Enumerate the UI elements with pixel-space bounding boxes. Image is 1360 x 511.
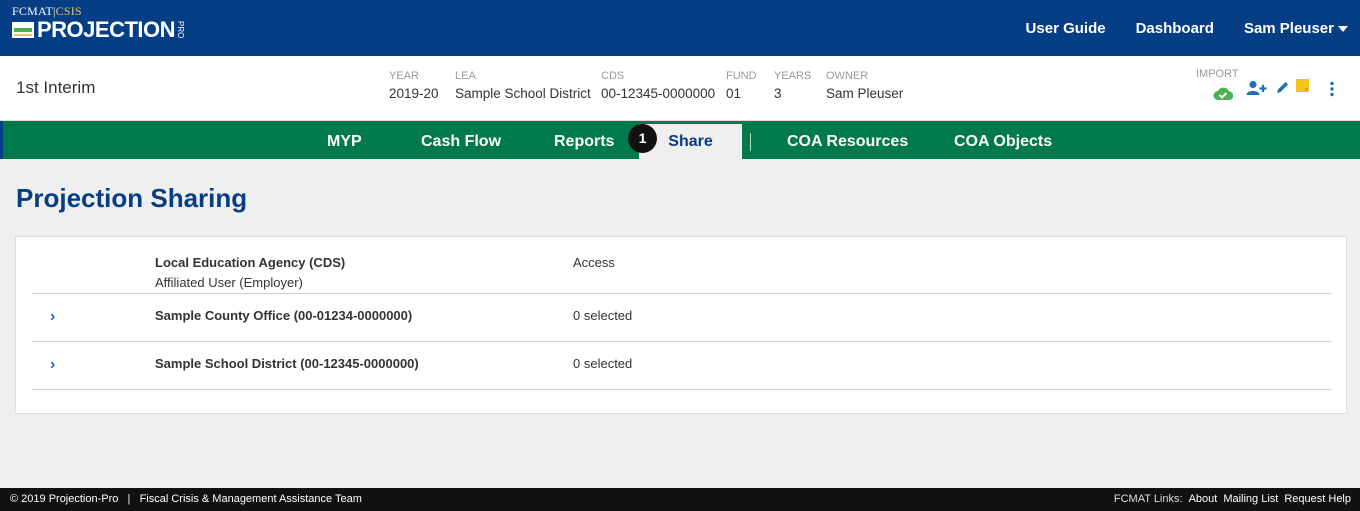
caret-down-icon [1338, 25, 1348, 32]
footer: © 2019 Projection-Pro | Fiscal Crisis & … [0, 488, 1360, 511]
spreadsheet-icon [12, 22, 34, 38]
meta-fund: FUND 01 [726, 70, 757, 101]
lea-name: Sample School District (00-12345-0000000… [155, 356, 419, 371]
more-vertical-icon[interactable] [1329, 81, 1335, 97]
add-user-icon[interactable] [1246, 80, 1268, 96]
meta-lea: LEA Sample School District [455, 70, 591, 101]
step-badge: 1 [628, 124, 657, 153]
col-header-affiliated-user: Affiliated User (Employer) [155, 275, 303, 290]
tab-coa-resources[interactable]: COA Resources [787, 121, 908, 159]
edit-pencil-icon[interactable] [1275, 80, 1290, 95]
tab-divider [750, 133, 751, 151]
tab-bar: MYP Cash Flow Reports Share COA Resource… [0, 121, 1360, 159]
meta-years: YEARS 3 [774, 70, 812, 101]
import-label: IMPORT [1196, 68, 1239, 80]
tab-myp[interactable]: MYP [327, 121, 362, 159]
expand-chevron-icon[interactable]: › [50, 356, 55, 374]
col-header-lea: Local Education Agency (CDS) [155, 255, 346, 270]
footer-link-request-help[interactable]: Request Help [1284, 493, 1351, 505]
nav-user-guide[interactable]: User Guide [1026, 20, 1106, 37]
meta-year: YEAR 2019-20 [389, 70, 439, 101]
tab-cash-flow[interactable]: Cash Flow [421, 121, 501, 159]
footer-link-about[interactable]: About [1189, 493, 1218, 505]
tab-reports[interactable]: Reports [554, 121, 614, 159]
projection-info-bar: 1st Interim YEAR 2019-20 LEA Sample School… [0, 56, 1360, 121]
page-title: Projection Sharing [16, 183, 248, 213]
table-row[interactable]: › Sample County Office (00-01234-0000000… [32, 293, 1331, 341]
sticky-note-icon[interactable] [1296, 79, 1309, 92]
footer-copyright: © 2019 Projection-Pro | Fiscal Crisis & … [10, 493, 362, 505]
cloud-check-icon[interactable] [1213, 85, 1233, 101]
logo-text: PROJECTION [37, 17, 176, 42]
user-menu[interactable]: Sam Pleuser [1244, 20, 1348, 37]
col-header-access: Access [573, 255, 615, 270]
table-row[interactable]: › Sample School District (00-12345-00000… [32, 341, 1331, 389]
top-bar: FCMAT|CSIS PROJECTION PRO User Guide Das… [0, 0, 1360, 56]
footer-links-label: FCMAT Links: [1113, 493, 1183, 505]
logo-pro: PRO [176, 21, 186, 39]
meta-owner: OWNER Sam Pleuser [826, 70, 904, 101]
user-name: Sam Pleuser [1243, 19, 1334, 37]
table-bottom-divider [32, 389, 1331, 390]
lea-name: Sample County Office (00-01234-0000000) [155, 308, 413, 323]
sharing-table: Local Education Agency (CDS) Affiliated … [15, 236, 1347, 414]
footer-link-mailing-list[interactable]: Mailing List [1223, 493, 1278, 505]
nav-dashboard[interactable]: Dashboard [1136, 20, 1214, 37]
tab-coa-objects[interactable]: COA Objects [954, 121, 1052, 159]
access-count: 0 selected [573, 308, 633, 323]
access-count: 0 selected [573, 356, 633, 371]
app-logo[interactable]: FCMAT|CSIS PROJECTION PRO [12, 4, 186, 42]
expand-chevron-icon[interactable]: › [50, 308, 55, 326]
meta-cds: CDS 00-12345-0000000 [601, 70, 716, 101]
projection-title: 1st Interim [16, 78, 96, 97]
